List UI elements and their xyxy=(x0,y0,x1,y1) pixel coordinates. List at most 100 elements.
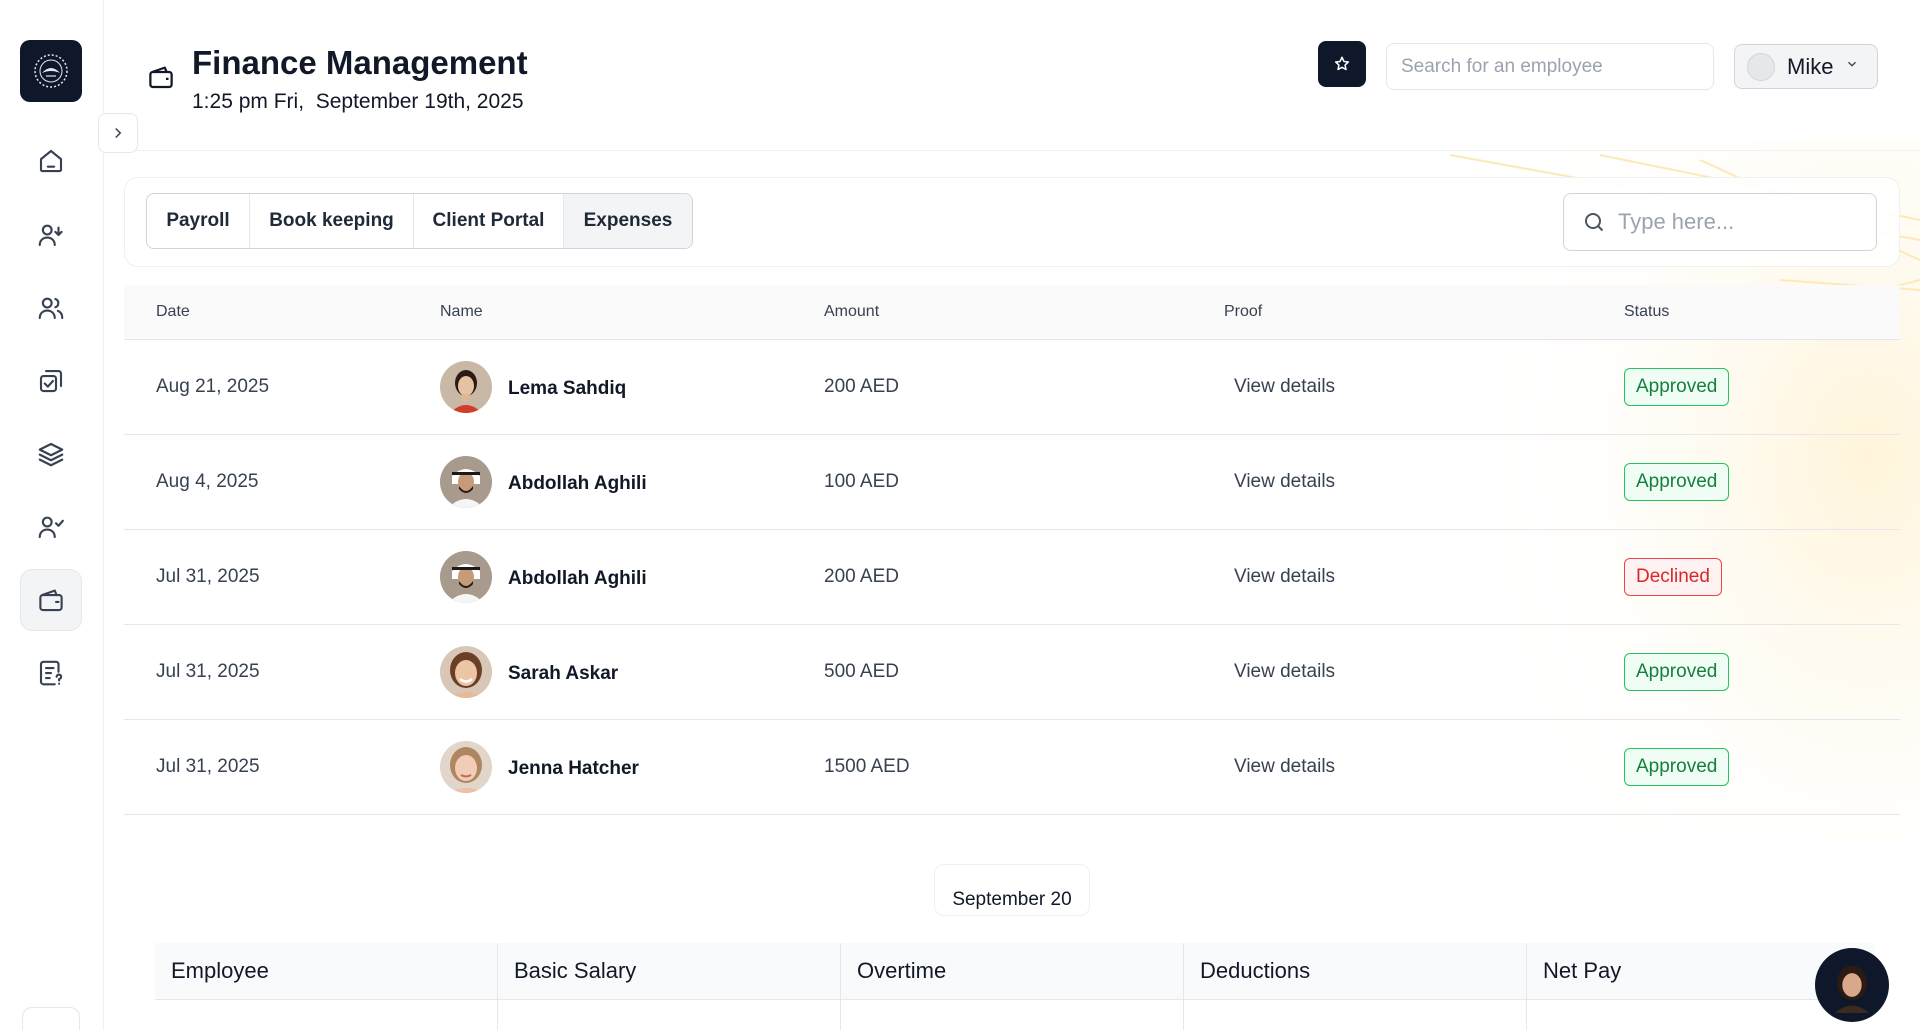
expenses-table: Date Name Amount Proof Status Aug 21, 20… xyxy=(124,285,1900,815)
payroll-cell xyxy=(1527,1000,1870,1030)
table-header: Date Name Amount Proof Status xyxy=(124,285,1900,340)
employee-cell: Sarah Askar xyxy=(440,646,618,698)
employee-cell: Abdollah Aghili xyxy=(440,551,647,603)
sidebar-expand-button[interactable] xyxy=(98,113,138,153)
table-row[interactable]: Jul 31, 2025 Jenna Hatcher 1500 AED View… xyxy=(124,720,1900,815)
chevron-down-icon xyxy=(1845,57,1859,76)
status-cell: Approved xyxy=(1624,368,1730,406)
assistant-avatar-icon xyxy=(1834,965,1870,1013)
table-row[interactable]: Aug 21, 2025 Lema Sahdiq 200 AED View de… xyxy=(124,340,1900,435)
user-add-icon xyxy=(38,224,63,247)
status-badge: Declined xyxy=(1624,558,1722,596)
chevron-right-icon xyxy=(115,127,122,139)
sidebar-item-layers[interactable] xyxy=(20,423,82,485)
sidebar-item-users[interactable] xyxy=(20,277,82,339)
tab-client-portal[interactable]: Client Portal xyxy=(414,194,564,248)
sidebar-item-finance[interactable] xyxy=(20,569,82,631)
table-row[interactable]: Aug 4, 2025 Abdollah Aghili 100 AED View… xyxy=(124,435,1900,530)
avatar xyxy=(1747,52,1775,81)
avatar xyxy=(440,361,492,413)
sidebar-settings-button[interactable] xyxy=(22,1007,80,1030)
favorite-button[interactable] xyxy=(1318,41,1366,87)
month-label[interactable]: September 20 xyxy=(934,864,1090,916)
payroll-cell xyxy=(155,1000,498,1030)
users-icon xyxy=(38,297,64,320)
column-header-status[interactable]: Status xyxy=(1624,303,1669,321)
header-divider xyxy=(104,150,1920,151)
logo-emblem-icon xyxy=(34,54,68,88)
tab-expenses[interactable]: Expenses xyxy=(564,194,692,248)
table-search xyxy=(1563,193,1877,251)
layers-icon xyxy=(38,442,64,467)
expense-date: Jul 31, 2025 xyxy=(156,756,260,777)
user-menu-dropdown[interactable]: Mike xyxy=(1734,44,1878,89)
expense-date: Jul 31, 2025 xyxy=(156,566,260,587)
status-cell: Declined xyxy=(1624,558,1722,596)
column-header-date[interactable]: Date xyxy=(156,303,190,321)
employee-name: Sarah Askar xyxy=(508,663,619,684)
expense-amount: 200 AED xyxy=(824,376,899,397)
current-datetime: 1:25 pm Fri, September 19th, 2025 xyxy=(192,90,524,113)
expense-amount: 1500 AED xyxy=(824,756,910,777)
column-header-name[interactable]: Name xyxy=(440,303,483,321)
employee-name: Jenna Hatcher xyxy=(508,758,639,779)
status-badge: Approved xyxy=(1624,653,1730,691)
avatar xyxy=(440,646,492,698)
column-header-basic-salary[interactable]: Basic Salary xyxy=(498,943,841,999)
expense-date: Jul 31, 2025 xyxy=(156,661,260,682)
table-row[interactable]: Jul 31, 2025 Sarah Askar 500 AED View de… xyxy=(124,625,1900,720)
avatar xyxy=(440,456,492,508)
column-header-proof[interactable]: Proof xyxy=(1224,303,1262,321)
status-badge: Approved xyxy=(1624,463,1730,501)
employee-cell: Abdollah Aghili xyxy=(440,456,647,508)
expense-amount: 100 AED xyxy=(824,471,899,492)
view-details-link[interactable]: View details xyxy=(1234,661,1335,683)
chat-assistant-button[interactable] xyxy=(1815,948,1889,1022)
status-badge: Approved xyxy=(1624,368,1730,406)
expense-date: Aug 21, 2025 xyxy=(156,376,270,397)
sidebar-item-reports[interactable] xyxy=(20,642,82,704)
search-icon xyxy=(1585,213,1604,232)
page-title: Finance Management xyxy=(192,44,528,81)
tasks-icon xyxy=(39,369,63,393)
sidebar-item-tasks[interactable] xyxy=(20,350,82,412)
sidebar xyxy=(0,0,104,1030)
payroll-table-body xyxy=(155,1000,1875,1030)
payroll-table-header: Employee Basic Salary Overtime Deduction… xyxy=(155,943,1875,1000)
employee-search-input[interactable] xyxy=(1386,43,1714,90)
column-header-deductions[interactable]: Deductions xyxy=(1184,943,1527,999)
sidebar-item-user-check[interactable] xyxy=(20,496,82,558)
view-details-link[interactable]: View details xyxy=(1234,566,1335,588)
finance-tabs: Payroll Book keeping Client Portal Expen… xyxy=(146,193,693,249)
avatar xyxy=(440,551,492,603)
view-details-link[interactable]: View details xyxy=(1234,756,1335,778)
view-details-link[interactable]: View details xyxy=(1234,471,1335,493)
tab-book-keeping[interactable]: Book keeping xyxy=(250,194,414,248)
column-header-amount[interactable]: Amount xyxy=(824,303,879,321)
status-cell: Approved xyxy=(1624,653,1730,691)
column-header-overtime[interactable]: Overtime xyxy=(841,943,1184,999)
employee-name: Abdollah Aghili xyxy=(508,473,647,494)
table-search-input[interactable] xyxy=(1618,209,1858,235)
report-icon xyxy=(39,660,63,686)
expense-amount: 200 AED xyxy=(824,566,899,587)
status-cell: Approved xyxy=(1624,463,1730,501)
view-details-link[interactable]: View details xyxy=(1234,376,1335,398)
user-check-icon xyxy=(38,516,64,539)
payroll-cell xyxy=(498,1000,841,1030)
expense-date: Aug 4, 2025 xyxy=(156,471,259,492)
company-logo[interactable] xyxy=(20,40,82,102)
wallet-icon xyxy=(39,589,63,612)
column-header-employee[interactable]: Employee xyxy=(155,943,498,999)
employee-cell: Jenna Hatcher xyxy=(440,741,639,793)
status-cell: Approved xyxy=(1624,748,1730,786)
tab-payroll[interactable]: Payroll xyxy=(147,194,250,248)
employee-name: Abdollah Aghili xyxy=(508,568,647,589)
avatar xyxy=(440,741,492,793)
star-icon xyxy=(1334,56,1350,71)
table-row[interactable]: Jul 31, 2025 Abdollah Aghili 200 AED Vie… xyxy=(124,530,1900,625)
sidebar-item-home[interactable] xyxy=(20,130,82,192)
finance-wallet-icon xyxy=(146,62,176,92)
status-badge: Approved xyxy=(1624,748,1730,786)
sidebar-item-add-user[interactable] xyxy=(20,204,82,266)
